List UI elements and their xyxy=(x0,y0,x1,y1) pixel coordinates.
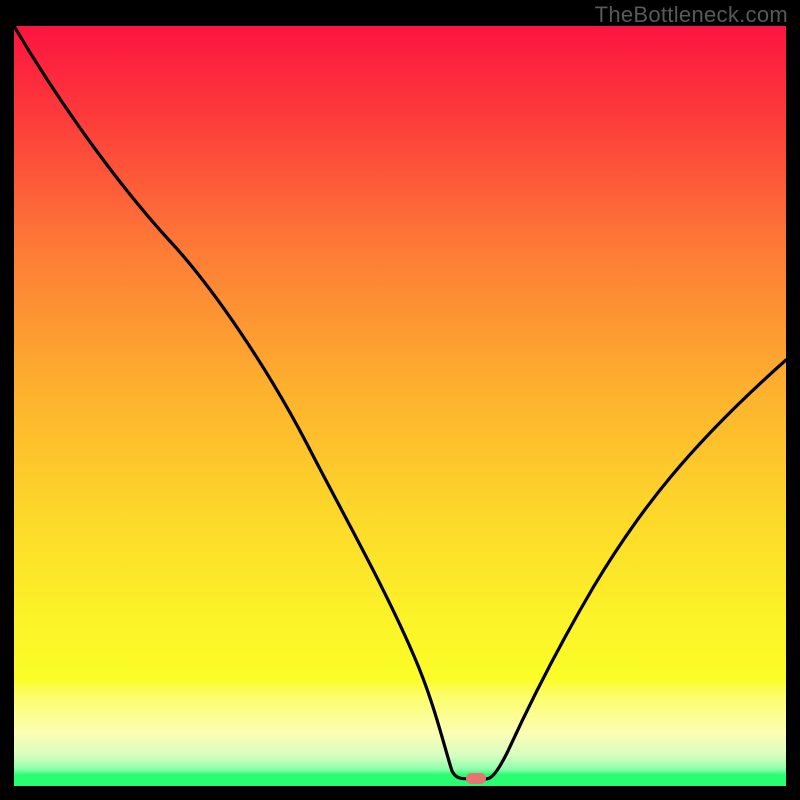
chart-svg xyxy=(14,26,786,786)
gradient-background xyxy=(14,26,786,786)
watermark-text: TheBottleneck.com xyxy=(595,2,788,28)
chart-container: TheBottleneck.com xyxy=(0,0,800,800)
plot-area xyxy=(12,24,788,788)
minimum-marker xyxy=(466,773,486,784)
